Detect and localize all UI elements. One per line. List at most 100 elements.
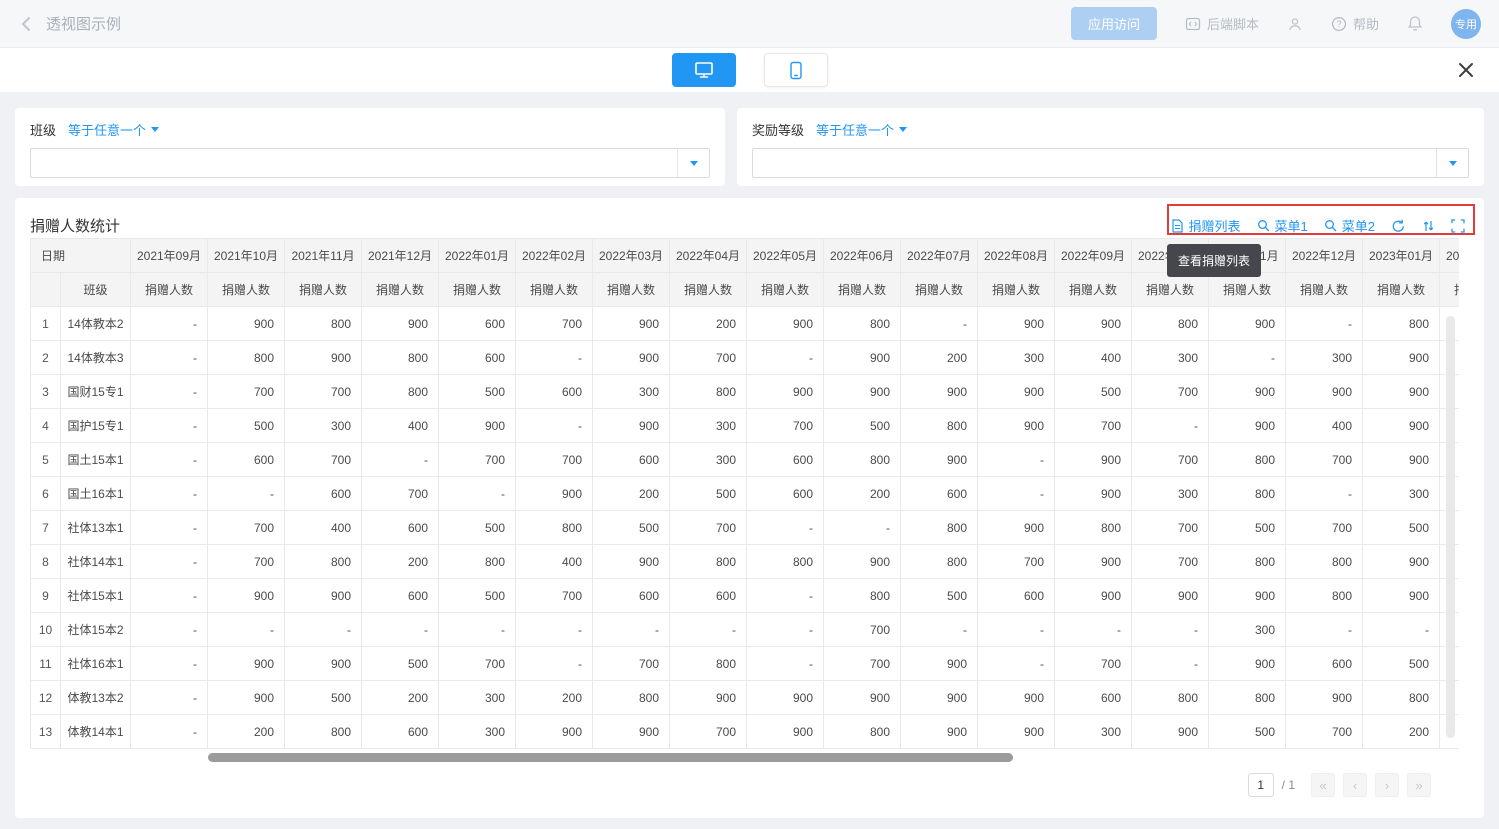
value-cell: - <box>1286 613 1363 647</box>
refresh-icon <box>1391 219 1406 233</box>
value-cell: 600 <box>362 715 439 749</box>
value-cell: 900 <box>978 715 1055 749</box>
value-cell: 600 <box>901 477 978 511</box>
first-page-button[interactable]: « <box>1311 773 1335 797</box>
value-cell: - <box>131 545 208 579</box>
back-button[interactable] <box>18 15 36 33</box>
value-cell: - <box>131 409 208 443</box>
value-cell: 800 <box>1363 307 1440 341</box>
value-cell: - <box>131 681 208 715</box>
value-cell: 300 <box>439 681 516 715</box>
table-row: 7社体13本1-700400600500800500700--800900800… <box>31 511 1460 545</box>
value-cell: 900 <box>978 681 1055 715</box>
notification-button[interactable] <box>1407 15 1423 32</box>
table-row: 4国护15专1-500300400900-9003007005008009007… <box>31 409 1460 443</box>
value-cell: 900 <box>1363 579 1440 613</box>
backend-script-button[interactable]: 后端脚本 <box>1185 14 1259 33</box>
chevron-down-icon <box>1449 161 1457 166</box>
menu2-button[interactable]: 菜单2 <box>1324 216 1375 235</box>
prev-page-button[interactable]: ‹ <box>1343 773 1367 797</box>
value-cell: 900 <box>824 375 901 409</box>
refresh-button[interactable] <box>1391 219 1406 233</box>
last-page-button[interactable]: » <box>1407 773 1431 797</box>
value-cell: - <box>131 443 208 477</box>
row-index-cell: 13 <box>31 715 61 749</box>
table-row: 12体教13本2-9005002003002008009009009009009… <box>31 681 1460 715</box>
value-cell: 600 <box>439 307 516 341</box>
donation-list-button[interactable]: 捐赠列表 <box>1171 216 1241 235</box>
pivot-table-wrapper[interactable]: 日期 2021年09月2021年10月2021年11月2021年12月2022年… <box>30 238 1459 749</box>
value-cell: 900 <box>824 681 901 715</box>
measure-header: 捐赠人数 <box>516 273 593 307</box>
value-cell: 800 <box>1363 681 1440 715</box>
value-cell: 900 <box>593 307 670 341</box>
vertical-scrollbar-thumb[interactable] <box>1446 316 1455 738</box>
row-index-cell: 2 <box>31 341 61 375</box>
value-cell: - <box>824 511 901 545</box>
pivot-card: 捐赠人数统计 捐赠列表 菜单1 菜单2 <box>15 198 1484 818</box>
menu1-button[interactable]: 菜单1 <box>1257 216 1308 235</box>
value-cell: 900 <box>593 715 670 749</box>
filter-class-operator[interactable]: 等于任意一个 <box>68 120 159 139</box>
value-cell: - <box>439 613 516 647</box>
value-cell: - <box>1209 341 1286 375</box>
sort-button[interactable] <box>1422 219 1435 233</box>
class-name-cell: 社体16本1 <box>61 647 131 681</box>
measure-header: 捐赠人数 <box>1286 273 1363 307</box>
value-cell: 700 <box>516 307 593 341</box>
value-cell: 900 <box>978 307 1055 341</box>
value-cell: 800 <box>1286 545 1363 579</box>
value-cell: - <box>131 477 208 511</box>
month-header: 2021年12月 <box>362 239 439 273</box>
close-button[interactable] <box>1457 61 1475 79</box>
value-cell: - <box>1055 613 1132 647</box>
row-index-cell: 7 <box>31 511 61 545</box>
filter-reward-select[interactable] <box>752 148 1469 178</box>
next-page-button[interactable]: › <box>1375 773 1399 797</box>
value-cell: - <box>131 579 208 613</box>
value-cell: 900 <box>1132 715 1209 749</box>
document-icon <box>1171 219 1184 233</box>
current-page-box[interactable]: 1 <box>1248 773 1274 797</box>
value-cell: 200 <box>208 715 285 749</box>
month-header: 2022年08月 <box>978 239 1055 273</box>
value-cell: 200 <box>824 477 901 511</box>
horizontal-scrollbar <box>30 753 1459 762</box>
row-index-cell: 9 <box>31 579 61 613</box>
value-cell: 400 <box>1286 409 1363 443</box>
table-row: 114体教本2-900800900600700900200900800-9009… <box>31 307 1460 341</box>
value-cell: 600 <box>978 579 1055 613</box>
value-cell: 900 <box>593 545 670 579</box>
user-button[interactable] <box>1287 16 1303 32</box>
bell-icon <box>1407 15 1423 32</box>
value-cell: - <box>901 613 978 647</box>
value-cell: 800 <box>1209 681 1286 715</box>
help-button[interactable]: ? 帮助 <box>1331 14 1379 33</box>
value-cell: 800 <box>670 375 747 409</box>
pivot-table: 日期 2021年09月2021年10月2021年11月2021年12月2022年… <box>30 238 1459 749</box>
value-cell: 900 <box>1363 409 1440 443</box>
horizontal-scrollbar-thumb[interactable] <box>208 753 1013 762</box>
month-header: 2021年10月 <box>208 239 285 273</box>
value-cell: 500 <box>593 511 670 545</box>
table-row: 214体教本3-800900800600-900700-900200300400… <box>31 341 1460 375</box>
desktop-preview-button[interactable] <box>672 53 736 87</box>
fullscreen-button[interactable] <box>1451 219 1465 233</box>
avatar[interactable]: 专用 <box>1451 9 1481 39</box>
chevron-down-icon <box>690 161 698 166</box>
mobile-preview-button[interactable] <box>764 53 828 87</box>
measure-header: 捐赠人数 <box>131 273 208 307</box>
value-cell: 900 <box>1286 375 1363 409</box>
value-cell: 700 <box>1132 545 1209 579</box>
value-cell: 700 <box>439 443 516 477</box>
value-cell: 800 <box>1209 545 1286 579</box>
chevron-down-icon <box>899 127 907 132</box>
class-name-cell: 体教13本2 <box>61 681 131 715</box>
value-cell: 900 <box>1209 307 1286 341</box>
value-cell: 500 <box>1363 511 1440 545</box>
filter-class-select[interactable] <box>30 148 710 178</box>
filter-reward-operator[interactable]: 等于任意一个 <box>816 120 907 139</box>
value-cell: 300 <box>1209 613 1286 647</box>
measure-header: 捐赠人数 <box>901 273 978 307</box>
app-access-button[interactable]: 应用访问 <box>1071 7 1157 40</box>
